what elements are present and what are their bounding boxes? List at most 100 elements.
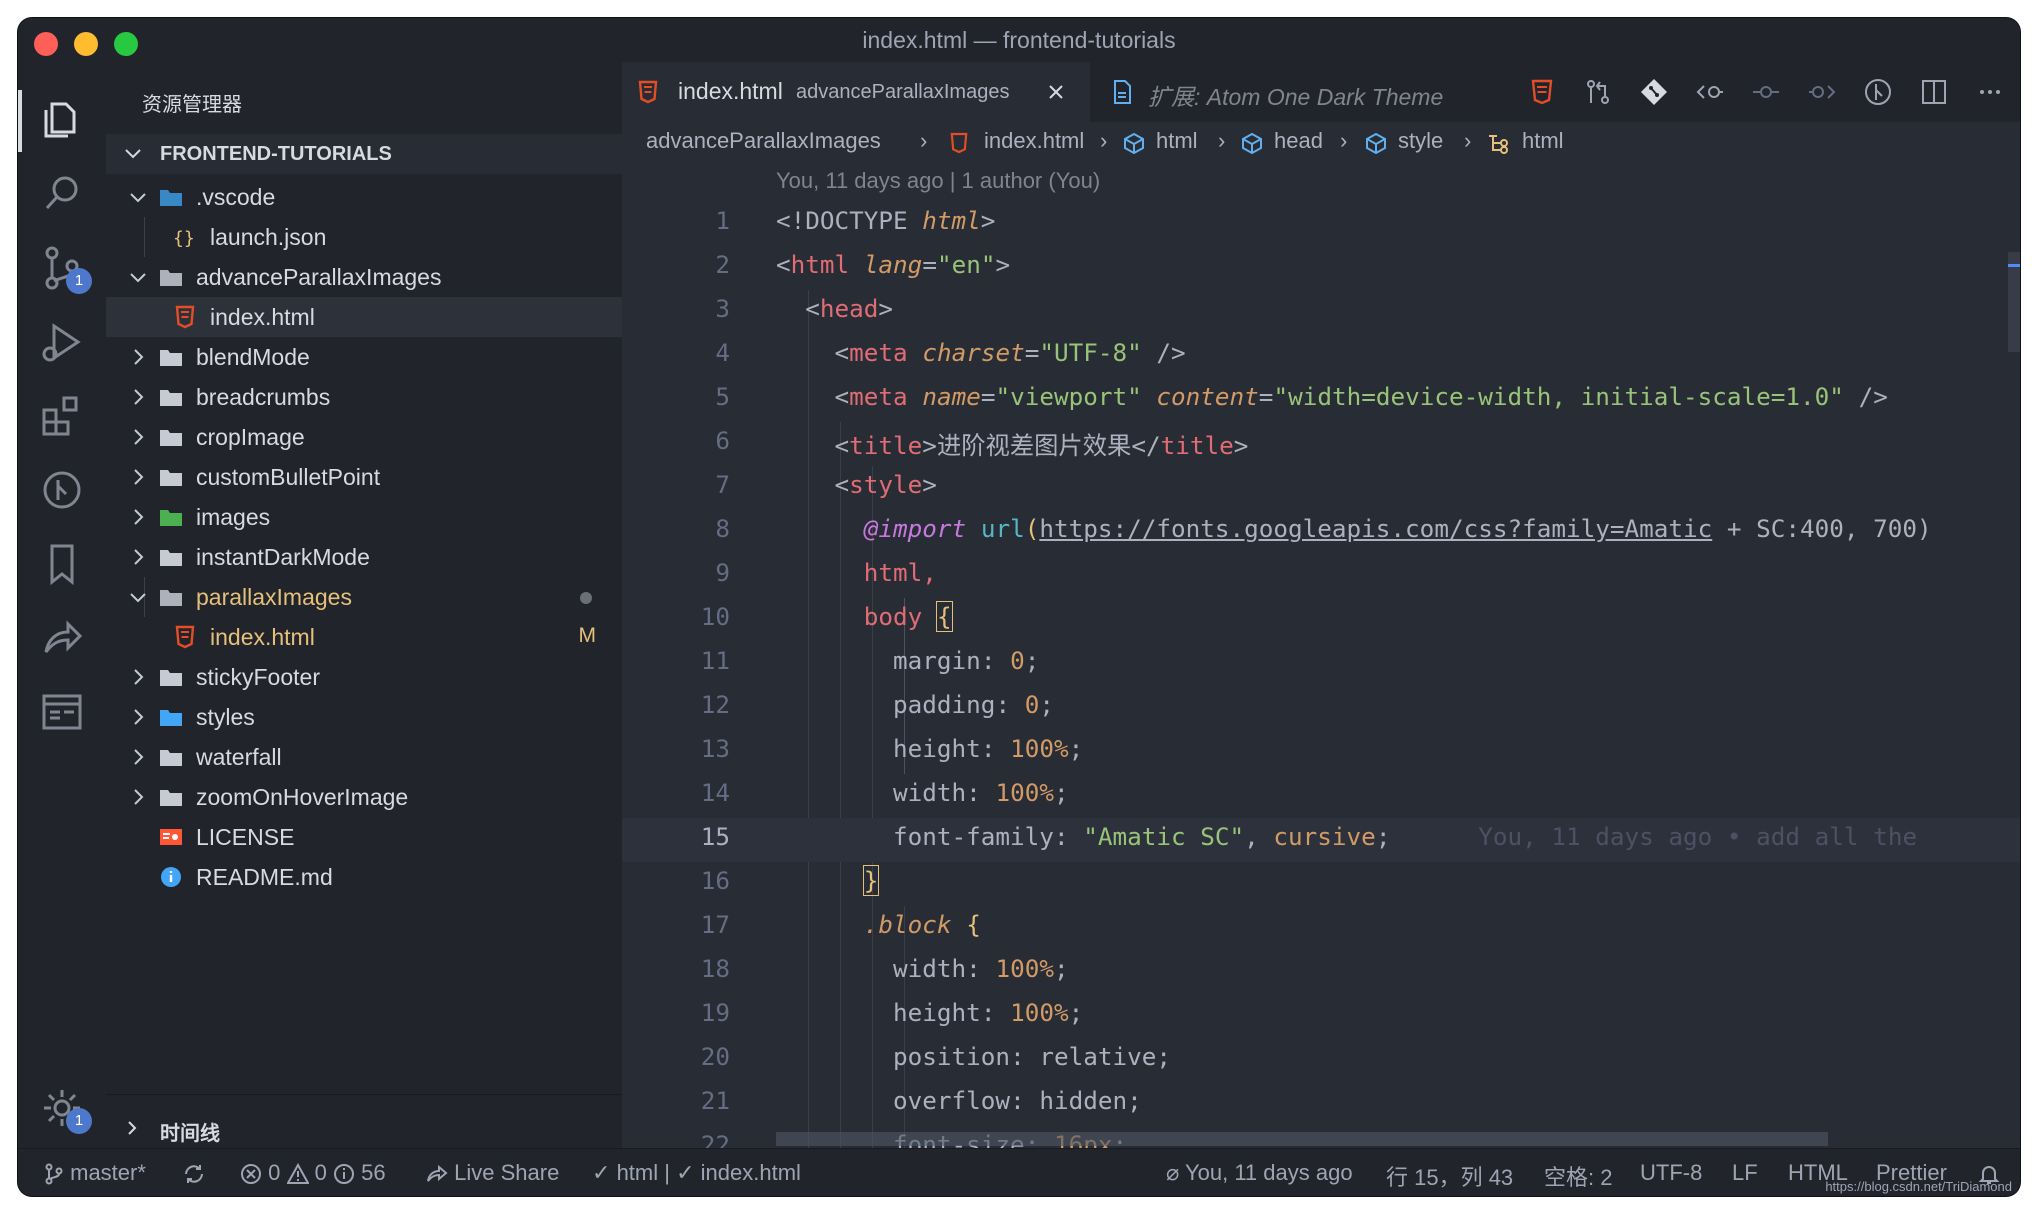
indentation-status[interactable]: 空格: 2 — [1544, 1160, 1612, 1192]
tree-file[interactable]: index.html M — [106, 617, 622, 657]
eol-status[interactable]: LF — [1732, 1160, 1758, 1186]
scrollbar-cursor-marker — [2008, 264, 2020, 267]
settings-gear-icon[interactable]: 1 — [36, 1082, 92, 1134]
sync-icon[interactable] — [182, 1160, 206, 1186]
tree-item-label: advanceParallaxImages — [196, 264, 442, 290]
folder-icon — [158, 385, 184, 409]
open-changes-icon[interactable] — [1582, 76, 1614, 108]
git-blame-status[interactable]: ⌀ You, 11 days ago — [1166, 1160, 1353, 1186]
prettier-check-status[interactable]: ✓ html | ✓ index.html — [592, 1160, 801, 1186]
cursor-position[interactable]: 行 15，列 43 — [1386, 1160, 1513, 1192]
breadcrumb-separator: › — [920, 128, 928, 153]
cube-icon — [1242, 132, 1262, 154]
code-line: 19 height: 100%; — [700, 998, 1084, 1027]
breadcrumb-html[interactable]: html — [1156, 128, 1198, 154]
chevron-down-icon — [130, 193, 146, 203]
horizontal-scrollbar[interactable] — [776, 1132, 1828, 1146]
breadcrumb-style[interactable]: style — [1398, 128, 1443, 154]
tree-folder[interactable]: .vscode — [106, 177, 622, 217]
folder-icon — [158, 345, 184, 369]
code-line: 12 padding: 0; — [700, 690, 1054, 719]
tree-folder[interactable]: images — [106, 497, 622, 537]
commit-icon[interactable] — [1750, 76, 1782, 108]
tree-file[interactable]: index.html — [106, 297, 622, 337]
encoding-status[interactable]: UTF-8 — [1640, 1160, 1702, 1186]
chevron-right-icon — [128, 1121, 137, 1135]
run-debug-icon[interactable] — [36, 316, 88, 368]
tab-index-html[interactable]: index.html advanceParallaxImages — [622, 62, 1090, 122]
git-graph-icon[interactable] — [36, 464, 88, 516]
chevron-right-icon — [134, 389, 144, 405]
git-modified-badge: M — [578, 624, 597, 647]
info-icon — [334, 1164, 354, 1185]
extensions-icon[interactable] — [36, 390, 88, 442]
code-line: 4 <meta charset="UTF-8" /> — [715, 338, 1186, 367]
breadcrumb-separator: › — [1464, 128, 1472, 153]
breadcrumb-selector[interactable]: html — [1522, 128, 1564, 154]
tree-file[interactable]: LICENSE — [106, 817, 622, 857]
folder-icon — [158, 185, 184, 209]
tree-folder[interactable]: parallaxImages — [106, 577, 622, 617]
tab-description: advanceParallaxImages — [796, 81, 1010, 103]
tree-item-label: cropImage — [196, 424, 305, 450]
tree-folder[interactable]: zoomOnHoverImage — [106, 777, 622, 817]
breadcrumb-folder[interactable]: advanceParallaxImages — [646, 128, 881, 154]
tree-folder[interactable]: styles — [106, 697, 622, 737]
tree-folder[interactable]: cropImage — [106, 417, 622, 457]
check-icon: ✓ — [592, 1160, 611, 1185]
close-icon[interactable] — [1046, 82, 1066, 102]
tree-folder[interactable]: advanceParallaxImages — [106, 257, 622, 297]
watermark-text: https://blog.csdn.net/TriDiamond — [1825, 1179, 2012, 1194]
html5-preview-icon[interactable] — [1526, 76, 1558, 108]
breadcrumb-head[interactable]: head — [1274, 128, 1323, 154]
tree-folder[interactable]: breadcrumbs — [106, 377, 622, 417]
chevron-right-icon — [134, 669, 144, 685]
html5-icon — [172, 625, 198, 649]
git-icon[interactable] — [1638, 76, 1670, 108]
preview-icon[interactable] — [36, 686, 88, 738]
vertical-scrollbar[interactable] — [2008, 252, 2020, 352]
license-icon — [158, 825, 184, 849]
window-title: index.html — frontend-tutorials — [862, 27, 1176, 53]
tree-folder[interactable]: waterfall — [106, 737, 622, 777]
editor-area: index.html advanceParallaxImages 扩展: Ato… — [622, 62, 2020, 1170]
live-share-icon[interactable] — [36, 612, 88, 664]
tree-item-label: stickyFooter — [196, 664, 320, 690]
tree-folder[interactable]: customBulletPoint — [106, 457, 622, 497]
split-editor-icon[interactable] — [1918, 76, 1950, 108]
tree-item-label: styles — [196, 704, 255, 730]
timeline-history-icon[interactable] — [1862, 76, 1894, 108]
explorer-icon[interactable] — [36, 94, 88, 146]
explorer-sidebar: 资源管理器 FRONTEND-TUTORIALS .vscode{} launch… — [106, 62, 622, 1148]
bookmarks-icon[interactable] — [36, 538, 88, 590]
git-branch-icon — [45, 1163, 63, 1185]
next-revision-icon[interactable] — [1806, 76, 1838, 108]
code-line: 1 <!DOCTYPE html> — [715, 206, 996, 235]
tab-label: 扩展: Atom One Dark Theme — [1148, 84, 1444, 110]
tree-item-label: waterfall — [196, 744, 282, 770]
branch-status[interactable]: master* — [44, 1160, 146, 1186]
code-line: 20 position: relative; — [700, 1042, 1171, 1071]
error-count: 0 — [268, 1160, 281, 1185]
previous-revision-icon[interactable] — [1694, 76, 1726, 108]
tree-folder[interactable]: instantDarkMode — [106, 537, 622, 577]
search-icon[interactable] — [36, 168, 88, 220]
breadcrumb-file[interactable]: index.html — [984, 128, 1084, 154]
tree-file[interactable]: README.md — [106, 857, 622, 897]
timeline-section-header[interactable]: 时间线 — [106, 1108, 622, 1148]
tree-item-label: customBulletPoint — [196, 464, 381, 490]
live-share-icon — [427, 1165, 448, 1182]
workspace-section-header[interactable]: FRONTEND-TUTORIALS — [106, 134, 622, 174]
problems-status[interactable]: 0 0 56 — [240, 1160, 386, 1186]
tree-folder[interactable]: blendMode — [106, 337, 622, 377]
live-share-status[interactable]: Live Share — [426, 1160, 559, 1186]
tree-file[interactable]: {} launch.json — [106, 217, 622, 257]
tree-item-label: instantDarkMode — [196, 544, 370, 570]
tab-extension-theme[interactable]: 扩展: Atom One Dark Theme — [1090, 62, 1490, 122]
codelens-blame[interactable]: You, 11 days ago | 1 author (You) — [776, 168, 1100, 194]
tree-folder[interactable]: stickyFooter — [106, 657, 622, 697]
more-actions-icon[interactable] — [1974, 76, 2006, 108]
source-control-icon[interactable]: 1 — [36, 242, 92, 294]
folder-icon — [158, 785, 184, 809]
modified-dot — [580, 592, 592, 604]
